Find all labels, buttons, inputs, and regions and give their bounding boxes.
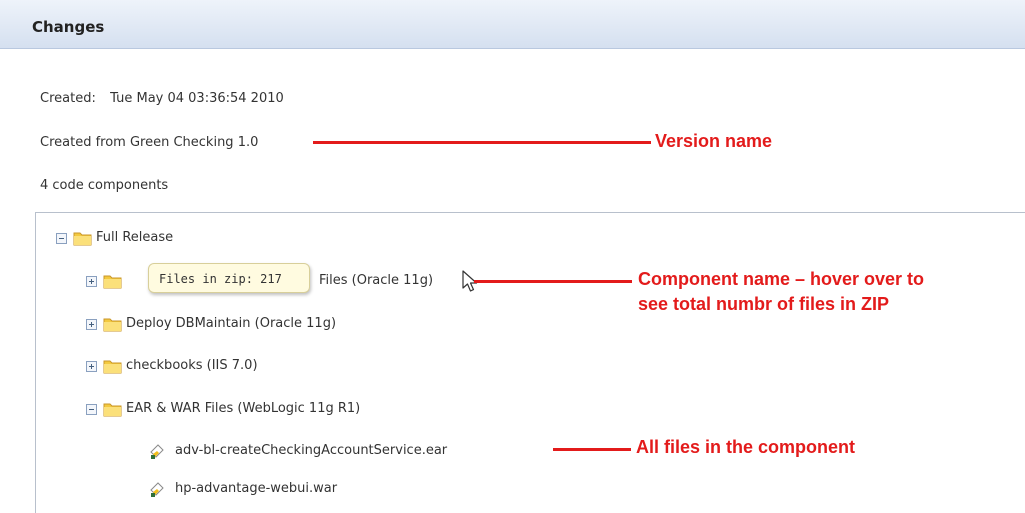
tree-node-label: Deploy DBMaintain (Oracle 11g) (126, 316, 337, 331)
component-name-annotation-line1: Component name – hover over to (638, 269, 925, 289)
all-files-annotation: All files in the component (636, 437, 856, 457)
folder-icon (103, 360, 122, 374)
created-label: Created: (40, 91, 96, 106)
tree-node-component[interactable]: EAR & WAR Files (WebLogic 11g R1) (86, 400, 486, 418)
expand-toggle-icon[interactable] (86, 361, 97, 372)
file-icon (150, 444, 164, 459)
created-row: Created: Tue May 04 03:36:54 2010 (40, 91, 284, 106)
tree-node-component[interactable]: Deploy DBMaintain (Oracle 11g) (86, 315, 426, 333)
expand-toggle-icon[interactable] (86, 276, 97, 287)
tree-node-label: EAR & WAR Files (WebLogic 11g R1) (126, 401, 361, 416)
tree-node-full-release[interactable]: Full Release (56, 229, 256, 247)
section-title: Changes (32, 18, 105, 36)
tree-node-label: Files (Oracle 11g) (319, 273, 434, 288)
created-from-text: Created from Green Checking 1.0 (40, 135, 259, 150)
component-name-callout-line (474, 280, 632, 283)
file-name: adv-bl-createCheckingAccountService.ear (175, 443, 448, 458)
folder-icon (103, 403, 122, 417)
tree-file-item[interactable]: adv-bl-createCheckingAccountService.ear (149, 442, 549, 460)
file-name: hp-advantage-webui.war (175, 481, 338, 496)
collapse-toggle-icon[interactable] (56, 233, 67, 244)
tree-file-item[interactable]: hp-advantage-webui.war (149, 480, 449, 498)
folder-icon (73, 232, 92, 246)
tree-node-label: checkbooks (IIS 7.0) (126, 358, 258, 373)
file-icon (150, 482, 164, 497)
created-value: Tue May 04 03:36:54 2010 (110, 91, 284, 106)
collapse-toggle-icon[interactable] (86, 404, 97, 415)
tree-node-component[interactable]: checkbooks (IIS 7.0) (86, 357, 386, 375)
files-count-tooltip: Files in zip: 217 (148, 263, 310, 293)
version-name-callout-line (313, 141, 651, 144)
all-files-callout-line (553, 448, 631, 451)
components-count-text: 4 code components (40, 178, 169, 193)
expand-toggle-icon[interactable] (86, 319, 97, 330)
section-header: Changes (0, 0, 1025, 49)
folder-icon (103, 275, 122, 289)
component-name-annotation-line2: see total numbr of files in ZIP (638, 294, 890, 314)
folder-icon (103, 318, 122, 332)
version-name-annotation: Version name (655, 131, 773, 151)
tree-node-label: Full Release (96, 230, 174, 245)
